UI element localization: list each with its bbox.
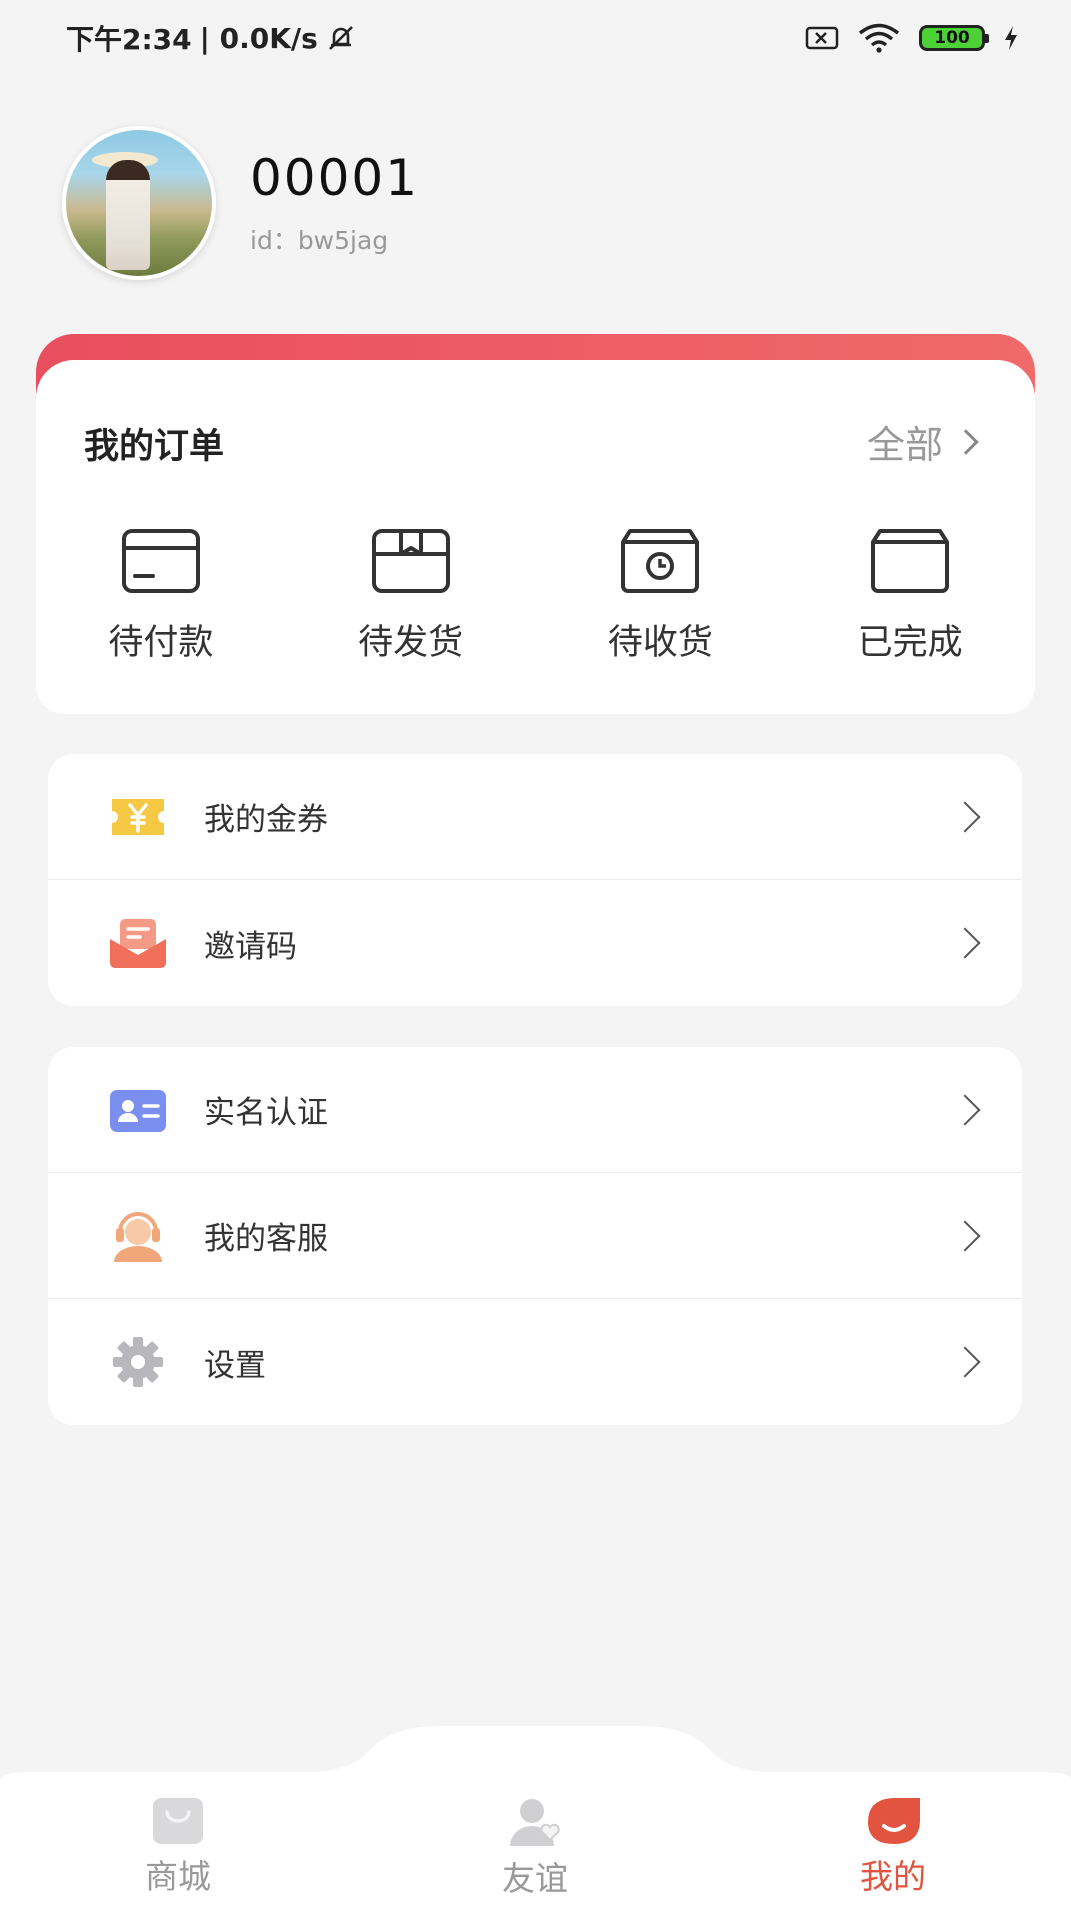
order-pending-receipt[interactable]: 待收货 — [536, 528, 786, 665]
username: 00001 — [250, 149, 420, 207]
friend-icon — [510, 1799, 560, 1846]
menu-label: 邀请码 — [204, 928, 297, 965]
menu-label: 实名认证 — [204, 1095, 328, 1131]
status-bar: 下午2:34 | 0.0K/s 100 — [0, 0, 1071, 76]
status-speed: | 0.0K/s — [199, 21, 318, 55]
menu-card-account: 实名认证 我的客服 设置 — [48, 1047, 1022, 1425]
invite-envelope-icon — [110, 919, 166, 968]
menu-item-invite-code[interactable]: 邀请码 — [48, 880, 1022, 1006]
profile-header[interactable]: 00001 id：bw5jag — [62, 126, 419, 280]
sim-off-icon — [805, 26, 839, 50]
chevron-right-icon — [949, 800, 981, 833]
profile-drop-icon — [868, 1798, 920, 1844]
chevron-right-icon — [949, 927, 981, 959]
order-label: 待收货 — [607, 623, 713, 663]
profile-text: 00001 id：bw5jag — [250, 149, 419, 257]
order-label: 待发货 — [358, 623, 464, 663]
nav-label: 商城 — [145, 1857, 211, 1896]
avatar[interactable] — [62, 126, 216, 280]
package-icon — [371, 529, 450, 593]
order-status-list: 待付款 待发货 待收货 已完成 — [36, 528, 1035, 665]
orders-all-link[interactable]: 全部 — [866, 414, 979, 469]
card-icon — [121, 529, 200, 593]
order-label: 待付款 — [108, 623, 214, 663]
menu-label: 我的金券 — [204, 802, 328, 838]
delivery-box-icon — [621, 529, 700, 593]
customer-service-icon — [114, 1211, 162, 1262]
order-completed[interactable]: 已完成 — [785, 528, 1035, 665]
orders-section: 我的订单 全部 待付款 待发货 待收货 已完成 — [36, 334, 1035, 714]
nav-label: 友谊 — [502, 1859, 568, 1898]
user-id: id：bw5jag — [250, 226, 389, 255]
id-card-icon — [110, 1089, 166, 1132]
status-right: 100 — [805, 23, 1019, 53]
nav-tab-shop[interactable]: 商城 — [98, 1796, 258, 1898]
chevron-right-icon — [949, 1093, 981, 1126]
order-pending-payment[interactable]: 待付款 — [36, 528, 286, 665]
menu-item-coupons[interactable]: 我的金券 — [48, 754, 1022, 880]
chevron-right-icon — [949, 1219, 981, 1252]
orders-title: 我的订单 — [84, 427, 225, 467]
order-pending-shipment[interactable]: 待发货 — [286, 528, 536, 665]
menu-label: 我的客服 — [204, 1221, 328, 1257]
menu-card-wallet: 我的金券 邀请码 — [48, 754, 1022, 1006]
bottom-nav: 商城 友谊 我的 — [0, 1720, 1071, 1911]
coupon-icon — [112, 798, 164, 835]
nav-tab-friends[interactable]: 友谊 — [455, 1796, 615, 1900]
menu-item-customer-service[interactable]: 我的客服 — [48, 1173, 1022, 1299]
status-left: 下午2:34 | 0.0K/s — [66, 18, 356, 58]
shop-bag-icon — [153, 1798, 203, 1844]
gear-icon — [113, 1337, 163, 1387]
nav-tab-mine[interactable]: 我的 — [813, 1796, 973, 1898]
chevron-right-icon — [953, 428, 979, 455]
menu-item-settings[interactable]: 设置 — [48, 1299, 1022, 1425]
nav-label: 我的 — [860, 1857, 926, 1896]
menu-label: 设置 — [204, 1347, 266, 1384]
chevron-right-icon — [949, 1346, 981, 1378]
avatar-figure — [106, 160, 150, 270]
order-label: 已完成 — [857, 623, 963, 663]
battery-level: 100 — [934, 28, 970, 48]
orders-all-label: 全部 — [866, 423, 943, 467]
wifi-icon — [858, 23, 900, 53]
battery-icon: 100 — [919, 25, 989, 51]
orders-card: 我的订单 全部 待付款 待发货 待收货 已完成 — [36, 360, 1035, 714]
completed-box-icon — [871, 529, 950, 593]
status-time: 下午2:34 — [66, 23, 192, 56]
mute-icon — [328, 26, 353, 50]
menu-item-real-name-verification[interactable]: 实名认证 — [48, 1047, 1022, 1173]
charging-icon — [1005, 26, 1017, 50]
